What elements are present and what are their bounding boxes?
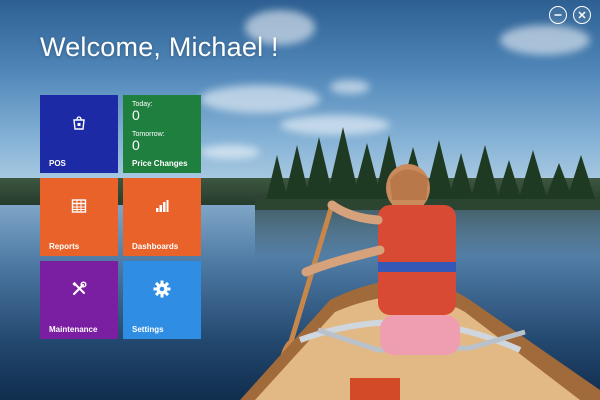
reports-tile-label: Reports bbox=[49, 242, 80, 251]
close-button[interactable] bbox=[573, 6, 591, 24]
reports-tile[interactable]: Reports bbox=[40, 178, 118, 256]
minimize-icon bbox=[554, 14, 562, 16]
maintenance-tile-label: Maintenance bbox=[49, 325, 98, 334]
price-changes-tile-label: Price Changes bbox=[132, 159, 188, 168]
dashboards-tile[interactable]: Dashboards bbox=[123, 178, 201, 256]
price-changes-tile[interactable]: Today: 0 Tomorrow: 0 Price Changes bbox=[123, 95, 201, 173]
settings-tile-label: Settings bbox=[132, 325, 164, 334]
gear-icon bbox=[153, 280, 171, 298]
pos-tile[interactable]: POS bbox=[40, 95, 118, 173]
tools-icon bbox=[70, 280, 88, 298]
table-icon bbox=[70, 197, 88, 215]
pos-tile-label: POS bbox=[49, 159, 66, 168]
dashboards-tile-label: Dashboards bbox=[132, 242, 179, 251]
settings-tile[interactable]: Settings bbox=[123, 261, 201, 339]
tomorrow-value: 0 bbox=[132, 137, 140, 153]
welcome-title: Welcome, Michael ! bbox=[40, 32, 279, 62]
minimize-button[interactable] bbox=[549, 6, 567, 24]
maintenance-tile[interactable]: Maintenance bbox=[40, 261, 118, 339]
shopping-bag-icon bbox=[70, 114, 88, 132]
close-icon bbox=[578, 11, 586, 19]
bar-chart-icon bbox=[153, 197, 171, 215]
today-value: 0 bbox=[132, 107, 140, 123]
